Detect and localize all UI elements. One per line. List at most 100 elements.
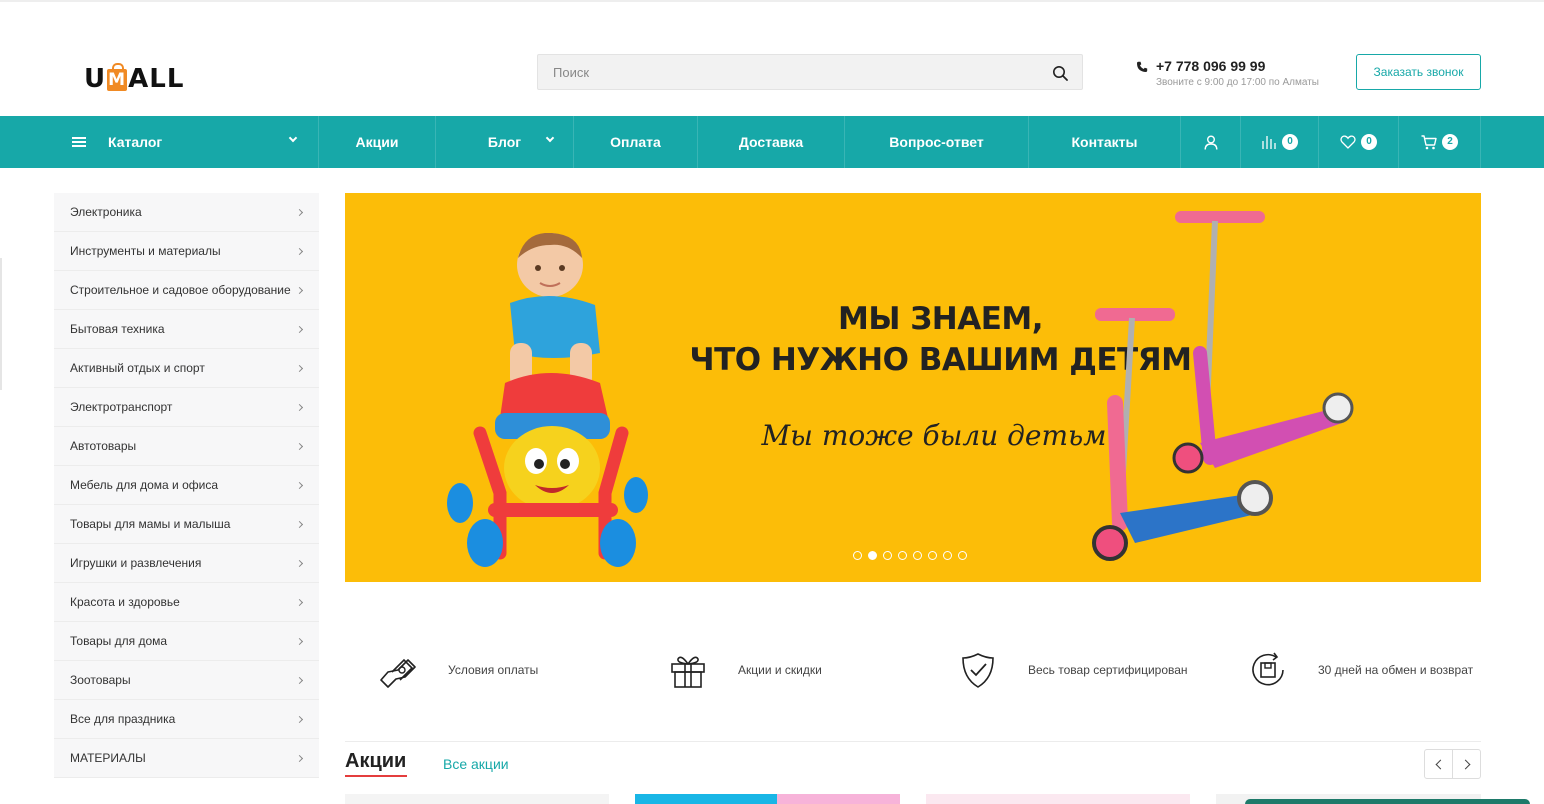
chevron-left-icon xyxy=(1435,759,1445,769)
gift-icon xyxy=(671,656,705,688)
promo-title-underline xyxy=(345,775,407,777)
nav-label: Блог xyxy=(487,134,522,150)
category-item[interactable]: Автотовары xyxy=(54,427,319,466)
product-card[interactable] xyxy=(635,794,777,804)
favorites-count-badge: 0 xyxy=(1361,134,1377,150)
slider-dot-active[interactable] xyxy=(868,551,877,560)
feature-label: 30 дней на обмен и возврат xyxy=(1318,663,1474,677)
feature-label: Условия оплаты xyxy=(448,663,539,677)
chevron-right-icon xyxy=(295,325,304,334)
category-item[interactable]: Инструменты и материалы xyxy=(54,232,319,271)
chevron-down-icon xyxy=(288,133,298,143)
chevron-right-icon xyxy=(295,754,304,763)
slider-dot[interactable] xyxy=(883,551,892,560)
category-item[interactable]: Бытовая техника xyxy=(54,310,319,349)
product-card[interactable] xyxy=(926,794,1190,804)
category-label: Игрушки и развлечения xyxy=(70,556,202,570)
working-hours: Звоните с 9:00 до 17:00 по Алматы xyxy=(1156,77,1319,88)
compare-count-badge: 0 xyxy=(1282,134,1298,150)
chat-widget-tab[interactable] xyxy=(1245,799,1530,804)
chevron-right-icon xyxy=(295,715,304,724)
nav-catalog-label: Каталог xyxy=(108,134,163,150)
nav-item-payment[interactable]: Оплата xyxy=(573,116,697,168)
chevron-right-icon xyxy=(1460,759,1470,769)
phone-number[interactable]: +7 778 096 99 99 xyxy=(1156,58,1265,74)
feature-promotions[interactable]: Акции и скидки xyxy=(668,630,822,710)
carousel-next-button[interactable] xyxy=(1453,750,1480,778)
cart-button[interactable]: 2 xyxy=(1398,116,1481,168)
nav-item-blog[interactable]: Блог xyxy=(435,116,573,168)
compare-icon xyxy=(1262,136,1276,149)
feature-certified[interactable]: Весь товар сертифицирован xyxy=(958,630,1188,710)
category-label: Инструменты и материалы xyxy=(70,244,221,258)
compare-button[interactable]: 0 xyxy=(1240,116,1318,168)
chevron-right-icon xyxy=(295,637,304,646)
carousel-prev-button[interactable] xyxy=(1425,750,1453,778)
category-label: Товары для дома xyxy=(70,634,168,648)
logo[interactable]: U ALL xyxy=(84,54,184,94)
banner-headline-line1: МЫ ЗНАЕМ, xyxy=(837,301,1044,337)
scooters-image xyxy=(1092,211,1354,561)
nav-item-delivery[interactable]: Доставка xyxy=(697,116,844,168)
request-call-button[interactable]: Заказать звонок xyxy=(1356,54,1481,90)
slider-dot[interactable] xyxy=(958,551,967,560)
features-row: Условия оплаты Акции и скидки Весь товар… xyxy=(345,630,1481,710)
category-item[interactable]: Товары для мамы и малыша xyxy=(54,505,319,544)
nav-item-promotions[interactable]: Акции xyxy=(318,116,435,168)
hero-banner[interactable]: МЫ ЗНАЕМ, ЧТО НУЖНО ВАШИМ ДЕТЯМ Мы тоже … xyxy=(345,193,1481,582)
search-box xyxy=(537,54,1083,90)
nav-label: Акции xyxy=(355,134,399,150)
nav-item-faq[interactable]: Вопрос-ответ xyxy=(844,116,1028,168)
category-item[interactable]: Товары для дома xyxy=(54,622,319,661)
chevron-right-icon xyxy=(295,403,304,412)
favorites-button[interactable]: 0 xyxy=(1318,116,1398,168)
category-label: Мебель для дома и офиса xyxy=(70,478,219,492)
shield-check-icon xyxy=(962,653,994,688)
chevron-right-icon xyxy=(295,442,304,451)
product-card-image xyxy=(777,794,900,804)
nav-catalog[interactable]: Каталог xyxy=(54,116,318,168)
category-item[interactable]: Электротранспорт xyxy=(54,388,319,427)
phone-icon xyxy=(1137,61,1148,72)
cart-count-badge: 2 xyxy=(1442,134,1458,150)
side-scroll-hint xyxy=(0,258,2,390)
slider-dot[interactable] xyxy=(943,551,952,560)
category-label: Все для праздника xyxy=(70,712,176,726)
all-promotions-link[interactable]: Все акции xyxy=(443,756,509,772)
slider-dot[interactable] xyxy=(853,551,862,560)
nav-label: Оплата xyxy=(610,134,661,150)
category-item[interactable]: Игрушки и развлечения xyxy=(54,544,319,583)
nav-label: Контакты xyxy=(1071,134,1138,150)
category-item[interactable]: Зоотовары xyxy=(54,661,319,700)
chevron-right-icon xyxy=(295,676,304,685)
category-item[interactable]: Красота и здоровье xyxy=(54,583,319,622)
category-item[interactable]: Активный отдых и спорт xyxy=(54,349,319,388)
slider-dots xyxy=(853,551,967,560)
feature-returns[interactable]: 30 дней на обмен и возврат xyxy=(1248,630,1473,710)
category-item[interactable]: МАТЕРИАЛЫ xyxy=(54,739,319,778)
site-header: U ALL +7 778 096 99 99 Звоните с 9:00 до … xyxy=(0,2,1544,116)
search-icon[interactable] xyxy=(1052,65,1068,81)
category-label: Автотовары xyxy=(70,439,137,453)
search-input[interactable] xyxy=(538,55,1018,89)
category-item[interactable]: Мебель для дома и офиса xyxy=(54,466,319,505)
product-card[interactable] xyxy=(345,794,609,804)
category-label: МАТЕРИАЛЫ xyxy=(70,751,146,765)
slider-dot[interactable] xyxy=(913,551,922,560)
chevron-right-icon xyxy=(295,598,304,607)
logo-text-right: ALL xyxy=(128,64,185,94)
chevron-right-icon xyxy=(295,364,304,373)
category-item[interactable]: Электроника xyxy=(54,193,319,232)
nav-item-contacts[interactable]: Контакты xyxy=(1028,116,1180,168)
main-nav: Каталог Акции Блог Оплата Доставка Вопро… xyxy=(0,116,1544,168)
heart-icon xyxy=(1340,135,1356,149)
category-label: Зоотовары xyxy=(70,673,131,687)
category-item[interactable]: Все для праздника xyxy=(54,700,319,739)
carousel-arrows xyxy=(1424,749,1481,779)
chevron-right-icon xyxy=(295,559,304,568)
slider-dot[interactable] xyxy=(928,551,937,560)
account-button[interactable] xyxy=(1180,116,1240,168)
slider-dot[interactable] xyxy=(898,551,907,560)
category-item[interactable]: Строительное и садовое оборудование xyxy=(54,271,319,310)
feature-payment[interactable]: Условия оплаты xyxy=(378,630,538,710)
